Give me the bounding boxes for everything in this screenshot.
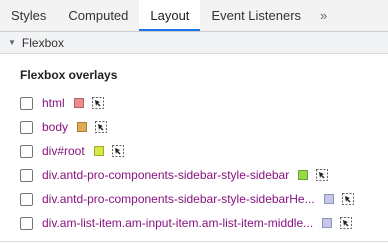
flexbox-section-header[interactable]: ▼ Flexbox <box>0 32 388 54</box>
overlay-color-swatch[interactable] <box>323 194 334 204</box>
tab-styles[interactable]: Styles <box>0 0 57 31</box>
overlay-node-label[interactable]: div#root <box>42 144 85 158</box>
flexbox-overlays-title: Flexbox overlays <box>20 68 118 82</box>
overlay-checkbox[interactable] <box>20 168 33 182</box>
reveal-node-icon[interactable] <box>111 145 124 157</box>
overlay-row-list-item: div.am-list-item.am-input-item.am-list-i… <box>20 211 388 235</box>
overlay-node-label[interactable]: html <box>42 96 65 110</box>
tab-computed[interactable]: Computed <box>57 0 139 31</box>
overlay-row-html: html <box>20 91 388 115</box>
panel-tab-bar: Styles Computed Layout Event Listeners » <box>0 0 388 32</box>
overlay-node-label[interactable]: div.am-list-item.am-input-item.am-list-i… <box>42 216 313 230</box>
overlay-node-label[interactable]: div.antd-pro-components-sidebar-style-si… <box>42 192 315 206</box>
overlay-checkbox[interactable] <box>20 120 33 134</box>
more-tabs-button[interactable]: » <box>312 0 334 31</box>
reveal-node-icon[interactable] <box>95 121 108 133</box>
overlay-checkbox[interactable] <box>20 96 33 110</box>
overlay-node-label[interactable]: body <box>42 120 68 134</box>
reveal-node-icon[interactable] <box>340 217 353 229</box>
flexbox-section-title: Flexbox <box>21 35 64 50</box>
reveal-node-icon[interactable] <box>91 97 104 109</box>
overlay-checkbox[interactable] <box>20 144 33 158</box>
reveal-node-icon[interactable] <box>316 169 329 181</box>
overlay-row-sidebar-header: div.antd-pro-components-sidebar-style-si… <box>20 187 388 211</box>
reveal-node-icon[interactable] <box>341 193 354 205</box>
overlay-node-label[interactable]: div.antd-pro-components-sidebar-style-si… <box>42 168 289 182</box>
overlay-color-swatch[interactable] <box>298 170 309 180</box>
expand-triangle-icon: ▼ <box>8 38 16 47</box>
overlay-checkbox[interactable] <box>20 216 33 230</box>
tab-event-listeners[interactable]: Event Listeners <box>200 0 312 31</box>
overlay-color-swatch[interactable] <box>322 218 333 228</box>
overlay-color-swatch[interactable] <box>77 122 88 132</box>
tab-layout[interactable]: Layout <box>139 0 201 31</box>
overlay-row-sidebar: div.antd-pro-components-sidebar-style-si… <box>20 163 388 187</box>
flexbox-overlay-list: html body div#root div.antd-pro-componen… <box>20 91 388 235</box>
overlay-checkbox[interactable] <box>20 192 33 206</box>
flexbox-section-content: Flexbox overlays html body div#root div.… <box>0 68 388 235</box>
bottom-divider <box>0 241 388 242</box>
overlay-row-body: body <box>20 115 388 139</box>
overlay-row-div-root: div#root <box>20 139 388 163</box>
overlay-color-swatch[interactable] <box>73 98 84 108</box>
overlay-color-swatch[interactable] <box>93 146 104 156</box>
